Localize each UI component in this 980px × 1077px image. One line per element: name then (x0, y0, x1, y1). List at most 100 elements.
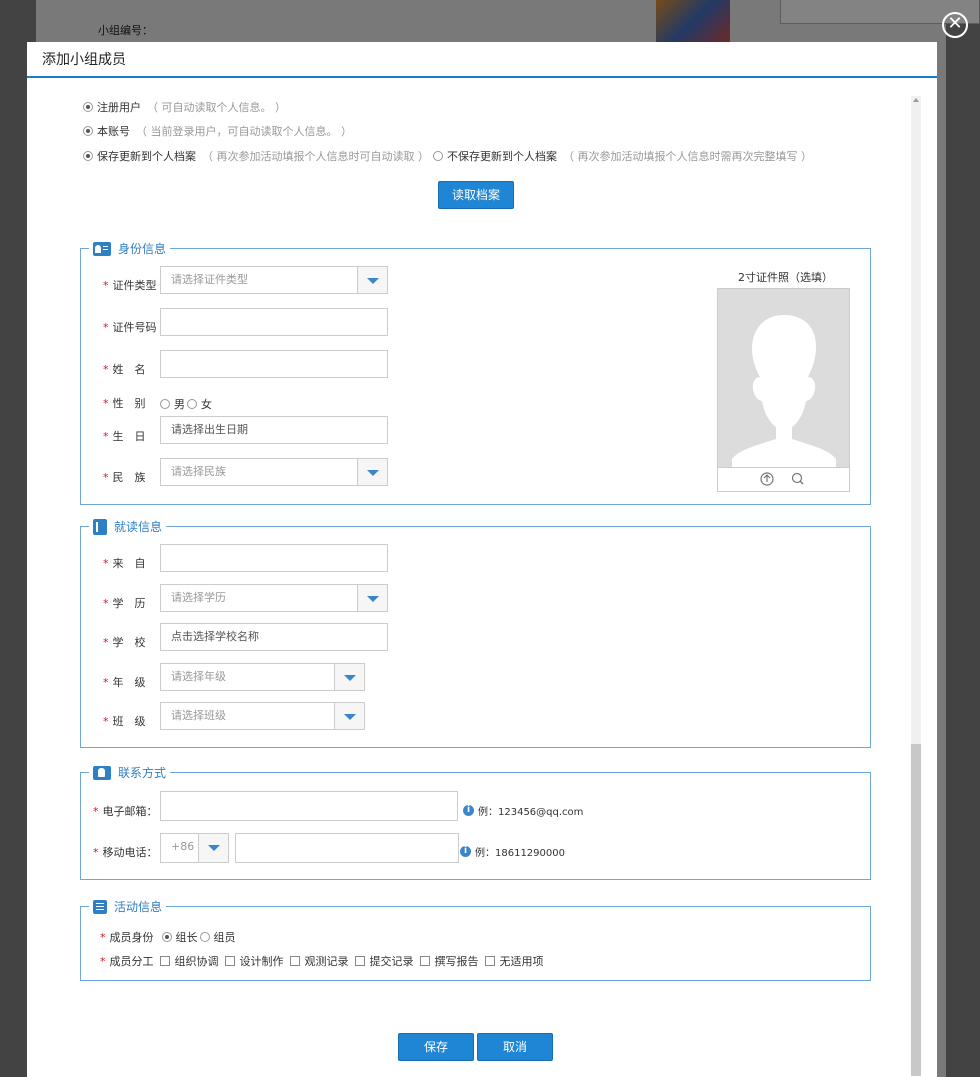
checkbox-coordination[interactable] (159, 956, 170, 966)
radio-no-save-profile[interactable] (433, 151, 443, 161)
info-icon: i (460, 846, 471, 857)
id-number-label: * 证件号码 (103, 321, 157, 334)
grade-label: * 年 级 (103, 676, 146, 689)
gender-radio-group: 男 女 (160, 396, 212, 412)
chevron-down-icon[interactable] (198, 834, 228, 862)
gender-label: * 性 别 (103, 397, 146, 410)
select-placeholder: 请选择证件类型 (171, 273, 248, 286)
name-input[interactable] (160, 350, 388, 378)
contact-legend: 联系方式 (89, 764, 171, 781)
radio-save-profile[interactable] (83, 151, 93, 161)
country-code-select[interactable]: +86 (160, 833, 229, 863)
country-code-value: +86 (171, 840, 195, 853)
division-option-label: 撰写报告 (434, 955, 479, 968)
id-type-label: * 证件类型 (103, 279, 157, 292)
option-save-profile-row: 保存更新到个人档案 （ 再次参加活动填报个人信息时可自动读取 ） 不保存更新到个… (83, 148, 812, 164)
radio-male[interactable] (160, 399, 170, 409)
mobile-input[interactable] (235, 833, 459, 863)
option-label: 保存更新到个人档案 (97, 150, 196, 163)
radio-leader[interactable] (161, 932, 172, 942)
member-division-label: 成员分工 (109, 955, 154, 968)
member-role-label: 成员身份 (109, 931, 154, 944)
avatar-placeholder (718, 289, 849, 467)
zoom-icon[interactable] (791, 472, 804, 485)
section-title: 活动信息 (114, 900, 163, 914)
email-input[interactable] (160, 791, 458, 821)
division-option-label: 无适用项 (499, 955, 544, 968)
section-title: 身份信息 (118, 242, 167, 256)
option-hint: （ 可自动读取个人信息。 ） (147, 101, 286, 114)
email-label: * 电子邮箱： (93, 805, 158, 818)
education-select[interactable]: 请选择学历 (160, 584, 388, 612)
birth-date-input[interactable]: 请选择出生日期 (160, 416, 388, 444)
checkbox-observation[interactable] (289, 956, 300, 966)
school-legend: 就读信息 (89, 518, 167, 535)
class-label: * 班 级 (103, 715, 146, 728)
division-option-label: 观测记录 (304, 955, 349, 968)
chevron-down-icon[interactable] (357, 267, 387, 293)
select-placeholder: 请选择民族 (171, 465, 226, 478)
radio-female[interactable] (187, 399, 197, 409)
photo-actions (718, 467, 849, 491)
read-profile-button[interactable]: 读取档案 (438, 181, 514, 209)
close-icon[interactable]: ✕ (942, 12, 968, 38)
checkbox-not-applicable[interactable] (484, 956, 495, 966)
option-hint: （ 再次参加活动填报个人信息时需再次完整填写 ） (563, 150, 812, 163)
radio-registered-user[interactable] (83, 102, 93, 112)
save-button[interactable]: 保存 (398, 1033, 474, 1061)
radio-this-account[interactable] (83, 126, 93, 136)
contact-icon (93, 765, 111, 780)
option-registered-user[interactable]: 注册用户 （ 可自动读取个人信息。 ） (83, 99, 286, 115)
option-label: 本账号 (97, 125, 130, 138)
photo-title: 2寸证件照（选填） (738, 271, 833, 284)
option-label: 不保存更新到个人档案 (447, 150, 557, 163)
select-placeholder: 请选择年级 (171, 670, 226, 683)
role-option-label: 组员 (213, 931, 236, 944)
chevron-down-icon[interactable] (334, 703, 364, 729)
cancel-button[interactable]: 取消 (477, 1033, 553, 1061)
school-input[interactable]: 点击选择学校名称 (160, 623, 388, 651)
identity-legend: 身份信息 (89, 240, 171, 257)
from-label: * 来 自 (103, 557, 146, 570)
chevron-down-icon[interactable] (334, 664, 364, 690)
section-title: 就读信息 (114, 520, 163, 534)
id-card-icon (93, 241, 111, 256)
division-option-label: 提交记录 (369, 955, 414, 968)
select-placeholder: 请选择班级 (171, 709, 226, 722)
id-type-select[interactable]: 请选择证件类型 (160, 266, 388, 294)
name-label: * 姓 名 (103, 363, 146, 376)
checkbox-design[interactable] (224, 956, 235, 966)
option-this-account[interactable]: 本账号 （ 当前登录用户，可自动读取个人信息。 ） (83, 123, 352, 139)
chevron-down-icon[interactable] (357, 585, 387, 611)
school-label: * 学 校 (103, 636, 146, 649)
section-title: 联系方式 (118, 766, 167, 780)
checkbox-write-report[interactable] (419, 956, 430, 966)
id-number-input[interactable] (160, 308, 388, 336)
from-input[interactable] (160, 544, 388, 572)
select-placeholder: 请选择学历 (171, 591, 226, 604)
chevron-down-icon[interactable] (357, 459, 387, 485)
member-role-row: * 成员身份 组长 组员 (100, 930, 236, 945)
contact-section: 联系方式 (80, 764, 871, 880)
class-select[interactable]: 请选择班级 (160, 702, 365, 730)
activity-legend: 活动信息 (89, 898, 167, 915)
option-label: 注册用户 (97, 101, 141, 114)
scroll-up-icon[interactable] (913, 98, 919, 102)
checkbox-submit-record[interactable] (354, 956, 365, 966)
mobile-tip: i 例：18611290000 (460, 844, 565, 859)
radio-member[interactable] (199, 932, 210, 942)
grade-select[interactable]: 请选择年级 (160, 663, 365, 691)
ethnicity-select[interactable]: 请选择民族 (160, 458, 388, 486)
option-hint: （ 当前登录用户，可自动读取个人信息。 ） (136, 125, 352, 138)
add-member-dialog: 添加小组成员 注册用户 （ 可自动读取个人信息。 ） 本账号 （ 当前登录用户，… (27, 42, 937, 1077)
dialog-scrollbar[interactable] (911, 96, 921, 1076)
list-icon (93, 899, 107, 914)
upload-icon[interactable] (760, 472, 774, 486)
ethnicity-label: * 民 族 (103, 471, 146, 484)
gender-option-label: 女 (201, 398, 212, 411)
book-icon (93, 518, 107, 535)
photo-upload[interactable] (717, 288, 850, 492)
mobile-label: * 移动电话： (93, 846, 158, 859)
member-division-row: * 成员分工 组织协调 设计制作 观测记录 提交记录 撰写报告 无适用项 (100, 954, 544, 969)
scrollbar-thumb[interactable] (911, 744, 921, 1076)
